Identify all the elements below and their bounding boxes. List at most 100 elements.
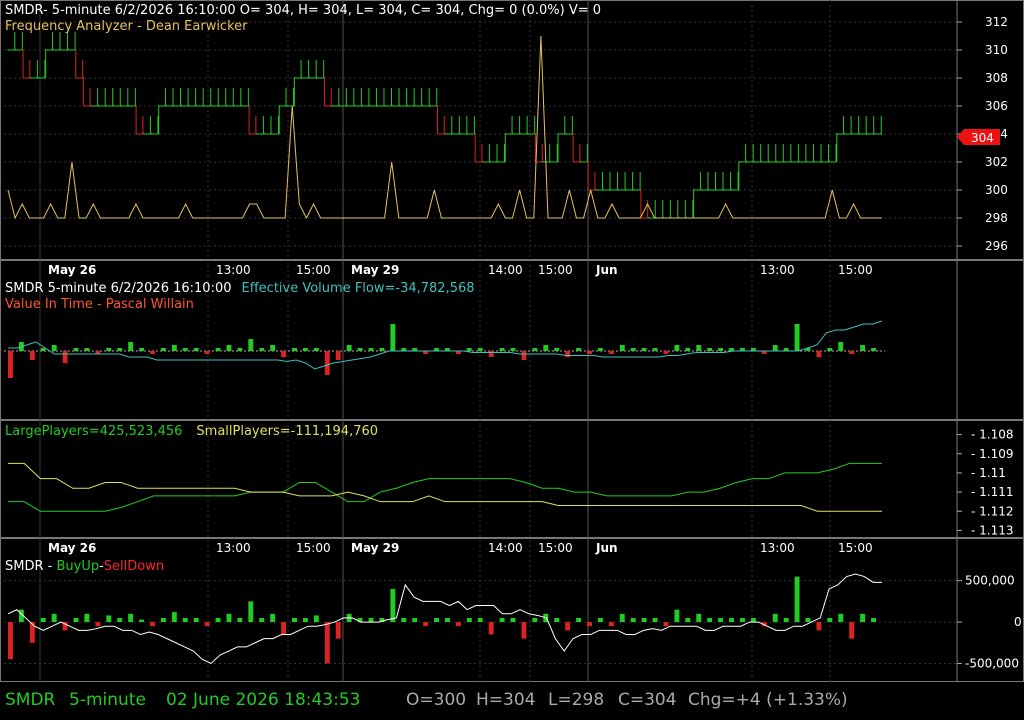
volume-bar xyxy=(816,351,822,357)
volume-bar xyxy=(128,342,134,351)
buysell-bar xyxy=(849,622,855,639)
volume-bar xyxy=(237,348,243,351)
large-players-label: LargePlayers=425,523,456 xyxy=(5,424,182,439)
volume-bar xyxy=(8,351,13,378)
status-change: Chg=+4 (+1.33%) xyxy=(688,690,848,710)
buysell-bar xyxy=(281,622,287,635)
volume-bar xyxy=(270,345,276,351)
buysell-bar xyxy=(182,617,188,623)
buy-sell-prefix: SMDR - xyxy=(5,559,56,574)
buysell-tick-label: 500,000 xyxy=(965,574,1015,588)
price-tick-label: 308 xyxy=(985,71,1008,85)
time-axis-label: May 26 xyxy=(48,263,96,277)
small-players-line xyxy=(8,462,882,512)
time-axis-label: 15:00 xyxy=(538,263,573,277)
time-axis-label: 14:00 xyxy=(488,541,523,555)
buysell-bar xyxy=(226,613,232,623)
volume-bar xyxy=(838,342,844,351)
volume-bar xyxy=(357,348,363,351)
time-axis-label: 13:00 xyxy=(216,263,251,277)
buysell-bar xyxy=(160,617,166,623)
buysell-bar xyxy=(412,617,418,623)
last-price-badge-text: 304 xyxy=(971,131,994,145)
buysell-bar xyxy=(84,613,90,623)
frequency-analyzer-label: Frequency Analyzer - Dean Earwicker xyxy=(5,19,248,34)
buysell-bar xyxy=(313,615,319,623)
buysell-bar xyxy=(521,622,527,639)
volume-bar xyxy=(827,348,833,351)
selldown-label: SellDown xyxy=(104,559,164,574)
price-header: SMDR- 5-minute 6/2/2026 16:10:00 O= 304,… xyxy=(5,3,601,18)
buysell-bar xyxy=(816,622,822,631)
status-symbol: SMDR xyxy=(5,690,56,710)
large-players-line xyxy=(8,462,882,512)
volume-bar xyxy=(576,348,582,351)
volume-bar xyxy=(160,348,166,351)
buysell-bar xyxy=(630,617,636,623)
buyup-label: BuyUp xyxy=(56,559,99,574)
time-axis-label: May 26 xyxy=(48,541,96,555)
volume-bar xyxy=(477,348,483,351)
buysell-bar xyxy=(215,617,221,623)
time-axis-label: Jun xyxy=(595,263,618,277)
price-tick-label: 312 xyxy=(985,15,1008,29)
trading-chart[interactable]: May 26 13:00 15:00 May 29 14:00 15:00 Jun 13:00… xyxy=(0,0,1024,720)
volume-bar xyxy=(324,351,330,375)
volume-bar xyxy=(696,345,702,351)
buysell-bar xyxy=(193,617,199,623)
buysell-bar xyxy=(827,617,833,623)
volume-bar xyxy=(335,351,341,360)
buysell-bar xyxy=(707,617,713,623)
volume-bar xyxy=(29,351,35,360)
buysell-bar xyxy=(532,617,538,623)
buy-sell-header: SMDR - BuyUp-SellDown xyxy=(5,559,164,574)
volume-bar xyxy=(652,348,658,351)
buysell-bar xyxy=(565,622,571,631)
volume-bar xyxy=(182,348,188,351)
buysell-bar xyxy=(292,617,297,623)
buysell-bar xyxy=(838,613,844,623)
small-players-label: SmallPlayers=-111,194,760 xyxy=(196,424,378,439)
players-tick-label: - 1.111 xyxy=(971,485,1014,499)
buysell-tick-label: -500,000 xyxy=(965,656,1019,670)
volume-bar xyxy=(379,348,385,351)
volume-bar xyxy=(40,348,46,351)
buysell-bar xyxy=(40,617,46,623)
buysell-bar xyxy=(597,617,603,623)
buysell-bar xyxy=(674,609,680,623)
volume-bar xyxy=(62,351,68,363)
time-axis-label: May 29 xyxy=(351,263,399,277)
status-open: O=300 xyxy=(406,690,467,710)
price-tick-label: 296 xyxy=(985,239,1008,253)
volume-bar xyxy=(543,345,549,351)
volume-bar xyxy=(248,339,254,351)
volume-bar xyxy=(346,345,352,351)
volume-bar xyxy=(390,324,396,351)
volume-bar xyxy=(630,348,636,351)
buysell-bar xyxy=(445,617,450,623)
volume-bar xyxy=(368,348,374,351)
volume-bar xyxy=(204,351,210,354)
buysell-bar xyxy=(466,617,472,623)
buysell-bar xyxy=(117,617,123,623)
time-axis-label: 13:00 xyxy=(760,541,795,555)
time-axis-label: 13:00 xyxy=(760,263,795,277)
time-axis-label: 15:00 xyxy=(838,541,873,555)
buysell-bar xyxy=(335,622,341,639)
buysell-bar xyxy=(150,622,155,627)
time-axis-label: 15:00 xyxy=(838,263,873,277)
buysell-bar xyxy=(139,619,145,623)
status-low: L=298 xyxy=(548,690,605,710)
buysell-bar xyxy=(718,617,724,623)
volume-bar xyxy=(532,348,538,351)
buysell-bar xyxy=(455,622,461,627)
buysell-bar xyxy=(106,615,112,623)
buysell-bar xyxy=(423,622,429,627)
volume-bar xyxy=(663,351,669,354)
price-tick-label: 302 xyxy=(985,155,1008,169)
last-price-badge: 304 xyxy=(957,129,1000,145)
price-header-info: - 5-minute 6/2/2026 16:10:00 O= 304, H= … xyxy=(43,3,601,18)
buysell-bar xyxy=(128,613,134,623)
effective-volume-flow-label: Effective Volume Flow=-34,782,568 xyxy=(242,281,475,296)
volume-bar xyxy=(521,351,527,360)
